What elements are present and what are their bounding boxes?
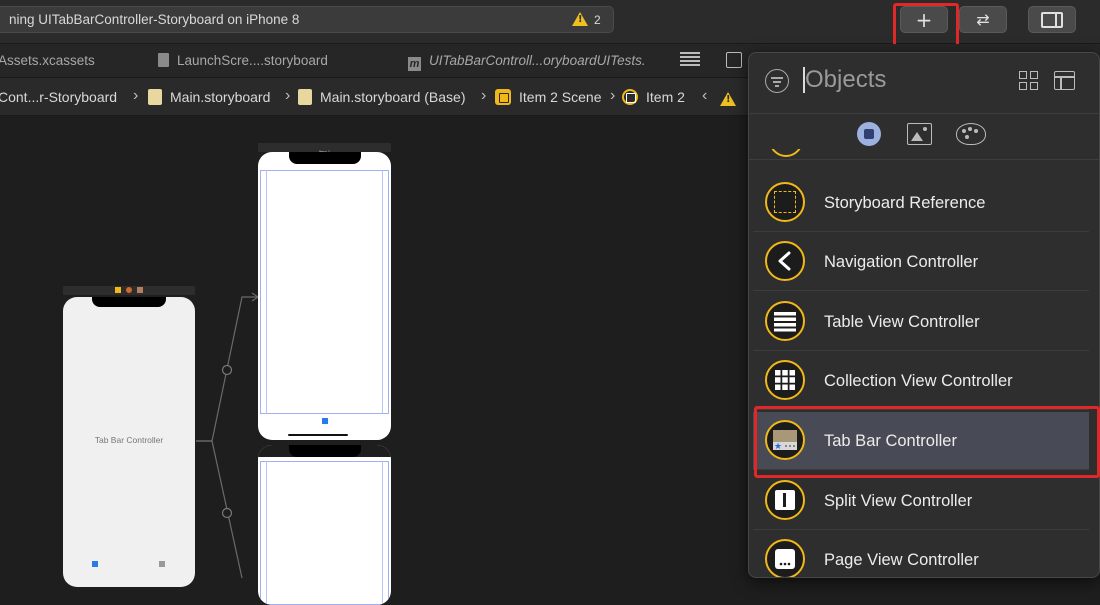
library-search-input[interactable] — [805, 63, 1005, 97]
sidebar-right-icon — [1041, 11, 1063, 28]
library-item-label: Collection View Controller — [824, 372, 1013, 390]
divider — [749, 159, 1099, 160]
margin-guide — [382, 170, 383, 414]
view-bounds — [260, 461, 389, 605]
dock-icon — [126, 287, 132, 293]
scene-label: Tab Bar Controller — [94, 435, 164, 445]
breadcrumb-project[interactable]: Cont...r-Storyboard — [0, 89, 117, 105]
tab-launchscreen[interactable]: LaunchScre....storyboard — [158, 53, 328, 68]
code-review-button[interactable]: ⇄ — [959, 6, 1007, 33]
library-item-collection-view-controller[interactable]: Collection View Controller — [753, 352, 1089, 410]
margin-guide — [266, 461, 267, 605]
tab-label: Assets.xcassets — [0, 53, 95, 68]
device-notch — [288, 445, 361, 457]
storyboard-file-icon — [158, 53, 169, 67]
tab-item-icon — [92, 561, 98, 567]
chevron-left-icon[interactable]: ‹ — [702, 87, 707, 105]
object-library-popover: Storyboard Reference Navigation Controll… — [748, 52, 1100, 578]
breadcrumb-item[interactable]: Item 2 — [622, 89, 685, 105]
m-file-icon: m — [408, 57, 421, 71]
library-item-split-view-controller[interactable]: Split View Controller — [753, 472, 1089, 530]
scene-title-bar[interactable]: Item 1 — [258, 143, 391, 154]
chevron-right-icon: › — [610, 87, 616, 104]
activity-status-field[interactable]: ning UITabBarController-Storyboard on iP… — [0, 6, 614, 33]
library-item-navigation-controller[interactable]: Navigation Controller — [753, 233, 1089, 291]
divider — [749, 113, 1099, 114]
partial-row-icon — [769, 149, 803, 159]
objects-category-icon[interactable] — [857, 122, 881, 146]
detail-view-icon[interactable] — [1054, 71, 1075, 90]
window-toolbar: ning UITabBarController-Storyboard on iP… — [0, 0, 1100, 50]
device-notch — [92, 297, 166, 307]
chevron-right-icon: › — [481, 87, 487, 104]
item-1-scene[interactable] — [258, 152, 391, 440]
margin-guide — [266, 170, 267, 414]
library-item-label: Page View Controller — [824, 551, 979, 569]
library-item-storyboard-reference[interactable]: Storyboard Reference — [753, 174, 1089, 232]
grid-view-icon[interactable] — [1019, 71, 1039, 91]
breadcrumb-scene[interactable]: Item 2 Scene — [495, 89, 602, 105]
margin-guide — [382, 461, 383, 605]
device-notch — [288, 152, 361, 164]
navigation-controller-icon — [765, 241, 805, 281]
filter-icon — [765, 69, 789, 93]
dock-icon — [137, 287, 143, 293]
inspector-toggle-button[interactable] — [1028, 6, 1076, 33]
library-item-label: Split View Controller — [824, 492, 973, 510]
add-editor-icon[interactable] — [726, 52, 742, 68]
tab-uitests[interactable]: m UITabBarControll...oryboardUITests. — [408, 53, 646, 71]
tab-item-icon — [159, 561, 165, 567]
tab-label: LaunchScre....storyboard — [177, 53, 328, 68]
item-2-scene[interactable] — [258, 445, 391, 605]
editor-options-icon[interactable] — [680, 52, 700, 68]
warning-indicator[interactable]: 2 — [572, 12, 601, 27]
storyboard-file-icon — [148, 89, 162, 105]
breadcrumb-warning-icon[interactable] — [720, 91, 742, 109]
collection-view-controller-icon — [765, 360, 805, 400]
annotation-highlight-add-button — [893, 3, 959, 50]
library-item-label: Navigation Controller — [824, 253, 979, 271]
tab-bar-controller-scene[interactable]: Tab Bar Controller — [63, 297, 195, 587]
media-category-icon[interactable] — [907, 123, 932, 145]
view-bounds — [260, 170, 389, 414]
tab-item-icon — [322, 418, 328, 424]
tab-label: UITabBarControll...oryboardUITests. — [429, 53, 646, 68]
storyboard-file-icon — [298, 89, 312, 105]
scene-icon — [495, 89, 511, 105]
colors-category-icon[interactable] — [956, 123, 986, 145]
page-view-controller-icon — [765, 539, 805, 577]
warning-icon — [572, 12, 588, 26]
chevron-right-icon: › — [285, 87, 291, 104]
tab-assets[interactable]: Assets.xcassets — [0, 53, 95, 68]
library-item-label: Storyboard Reference — [824, 194, 986, 212]
scene-dock[interactable] — [63, 286, 195, 295]
chevron-right-icon: › — [133, 87, 139, 104]
breadcrumb-main-storyboard-base[interactable]: Main.storyboard (Base) — [298, 89, 466, 105]
split-view-controller-icon — [765, 480, 805, 520]
library-item-label: Table View Controller — [824, 313, 980, 331]
view-controller-icon — [622, 89, 638, 105]
warning-count: 2 — [594, 13, 601, 27]
library-item-page-view-controller[interactable]: Page View Controller — [753, 531, 1089, 577]
annotation-highlight-tab-bar-controller — [754, 406, 1100, 478]
table-view-controller-icon — [765, 301, 805, 341]
status-text: ning UITabBarController-Storyboard on iP… — [9, 12, 300, 27]
dock-icon — [115, 287, 121, 293]
breadcrumb-main-storyboard[interactable]: Main.storyboard — [148, 89, 270, 105]
home-indicator — [288, 434, 348, 436]
storyboard-reference-icon — [765, 182, 805, 222]
library-item-table-view-controller[interactable]: Table View Controller — [753, 293, 1089, 351]
